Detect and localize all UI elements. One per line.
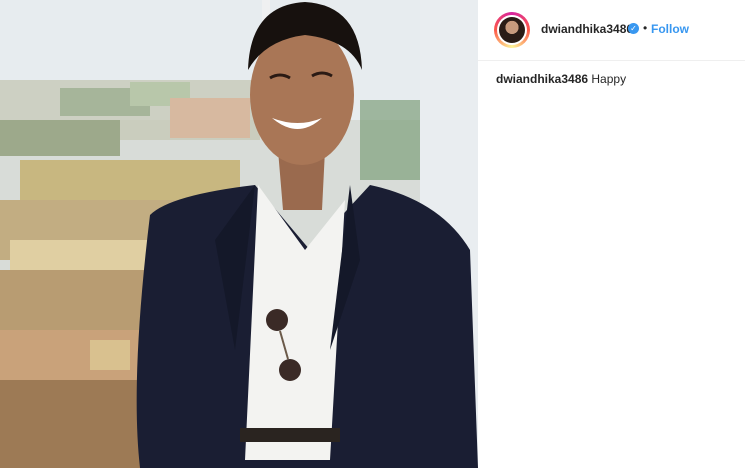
username-link[interactable]: dwiandhika3486 (541, 22, 633, 36)
post-header: dwiandhika3486 ✓ • Follow (478, 0, 745, 61)
caption-username-link[interactable]: dwiandhika3486 (496, 72, 588, 86)
avatar-frame (497, 15, 527, 45)
post-side-panel: dwiandhika3486 ✓ • Follow dwiandhika3486… (478, 0, 745, 468)
caption-text: Happy (591, 72, 627, 86)
verified-badge-icon: ✓ (628, 23, 639, 34)
post-caption: dwiandhika3486 Happy (496, 72, 626, 86)
header-separator: • (643, 21, 648, 35)
post-photo[interactable] (0, 0, 478, 468)
avatar-image (499, 17, 525, 43)
post-image (0, 0, 478, 468)
avatar[interactable] (494, 12, 530, 48)
follow-button[interactable]: Follow (651, 22, 689, 36)
